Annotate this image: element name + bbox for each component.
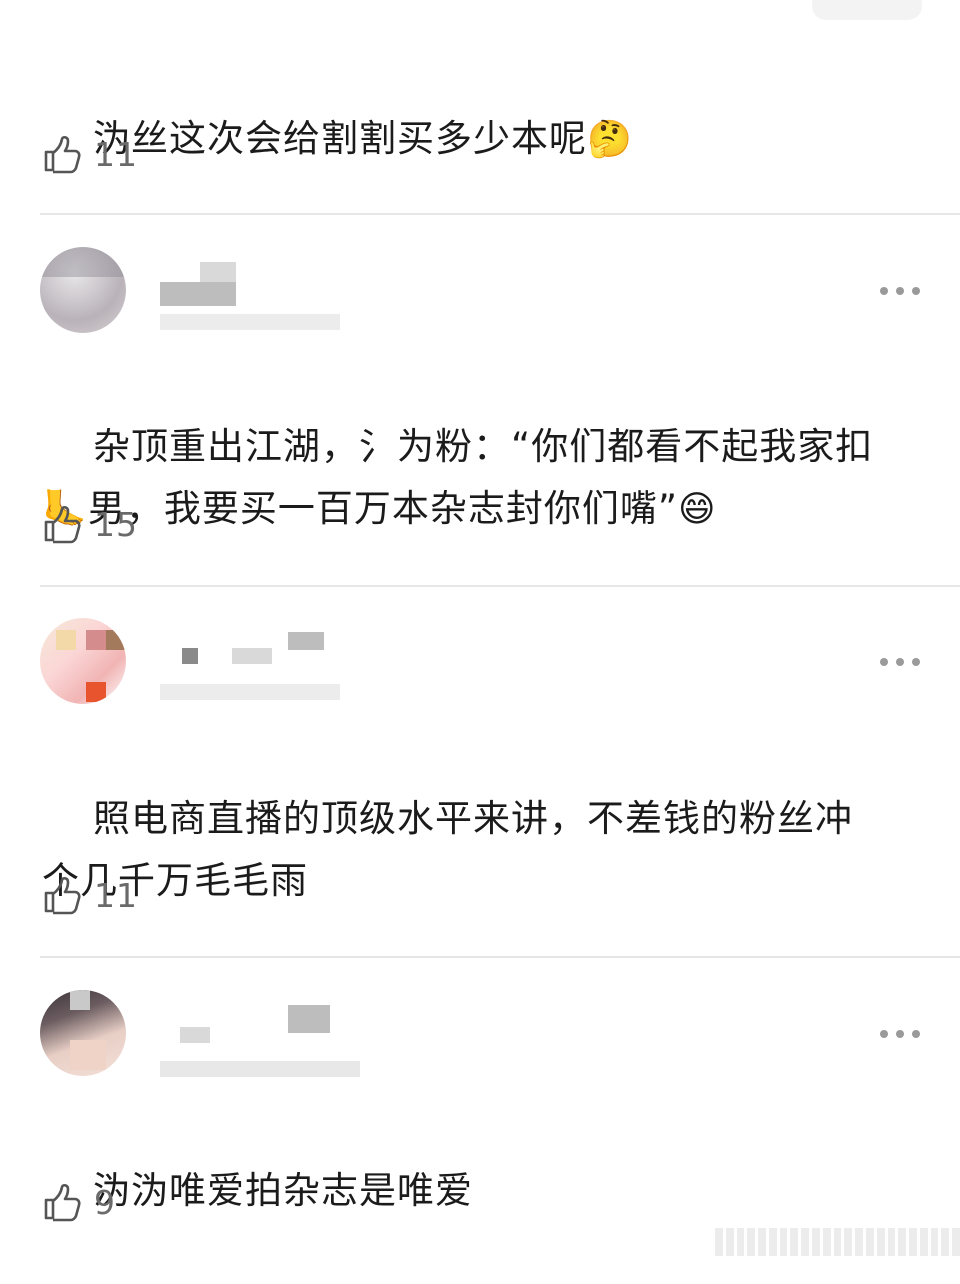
like-count: 15 (94, 504, 138, 544)
like-button[interactable]: 15 (42, 502, 138, 546)
thumbs-up-icon (44, 505, 81, 544)
like-count: 11 (94, 134, 138, 174)
more-options-icon[interactable] (880, 1028, 920, 1040)
avatar[interactable] (40, 618, 126, 704)
avatar[interactable] (40, 247, 126, 333)
like-button[interactable]: 11 (42, 132, 138, 176)
more-options-icon[interactable] (880, 656, 920, 668)
thumbs-up-icon (44, 1183, 81, 1222)
like-button[interactable]: 11 (42, 873, 138, 917)
watermark (715, 1228, 960, 1256)
like-count: 9 (94, 1182, 116, 1222)
grinning-face-emoji: 😄 (678, 489, 717, 530)
username-blurred[interactable] (160, 1005, 400, 1095)
divider (40, 213, 960, 215)
like-button[interactable]: 9 (42, 1180, 116, 1224)
username-blurred[interactable] (160, 262, 400, 352)
avatar[interactable] (40, 990, 126, 1076)
thumbs-up-icon (44, 876, 81, 915)
comment-text: 照电商直播的顶级水平来讲，不差钱的粉丝冲 个几千万毛毛雨 (42, 797, 854, 902)
thinking-face-emoji: 🤔 (587, 119, 633, 160)
top-pill-button[interactable] (812, 0, 922, 20)
divider (40, 585, 960, 587)
comment-text: 沩沩唯爱拍杂志是唯爱 (93, 1169, 474, 1212)
divider (40, 956, 960, 958)
more-options-icon[interactable] (880, 285, 920, 297)
like-count: 11 (94, 875, 138, 915)
username-blurred[interactable] (160, 632, 400, 722)
comment-text: 杂顶重出江湖，氵为粉：“你们都看不起我家扣 🦶男，我要买一百万本杂志封你们嘴”😄 (42, 425, 874, 530)
comment-text: 沩丝这次会给割割买多少本呢🤔 (93, 117, 633, 160)
thumbs-up-icon (44, 135, 81, 174)
